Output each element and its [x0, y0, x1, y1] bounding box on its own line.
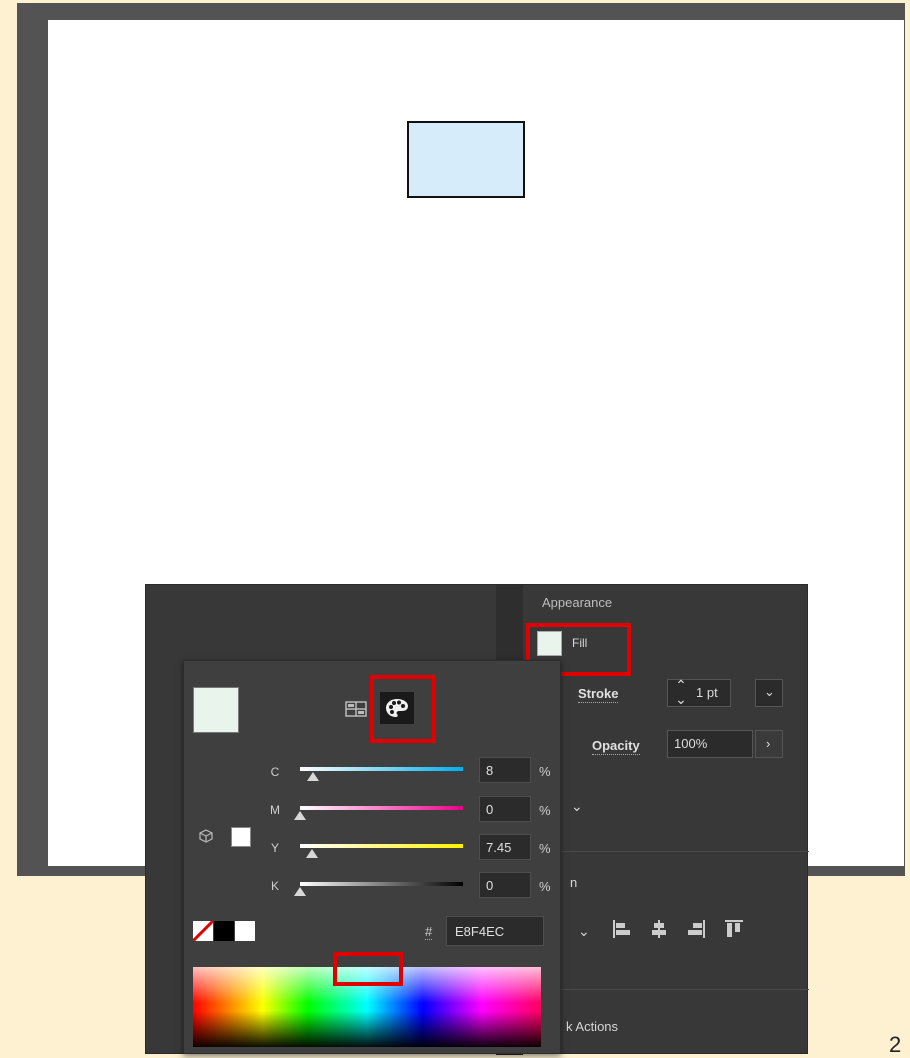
hex-input[interactable]: E8F4EC — [446, 916, 544, 946]
web-safe-swatch[interactable] — [231, 827, 251, 847]
opacity-value: 100% — [674, 736, 708, 751]
channel-k-field[interactable]: 0 — [479, 872, 531, 898]
opacity-label[interactable]: Opacity — [592, 738, 640, 755]
channel-y-field[interactable]: 7.45 — [479, 834, 531, 860]
align-left-icon[interactable] — [611, 918, 633, 940]
more-options-icon[interactable]: ⌄ — [571, 798, 583, 815]
section-divider-2 — [523, 989, 809, 990]
spectrum-highlight-box — [333, 952, 403, 986]
opacity-field[interactable]: 100% — [667, 730, 753, 758]
stroke-weight-value: 1 pt — [696, 685, 718, 700]
channel-y-slider[interactable] — [300, 844, 463, 848]
white-swatch[interactable] — [235, 921, 255, 941]
appearance-header: Appearance — [542, 595, 613, 610]
channel-c-unit: % — [539, 764, 551, 779]
channel-m-unit: % — [539, 803, 551, 818]
out-of-gamut-cube-icon[interactable] — [199, 829, 213, 843]
align-top-icon[interactable] — [723, 918, 745, 940]
quick-swatches — [193, 921, 255, 941]
channel-y-label: Y — [270, 841, 279, 855]
align-section-label: n — [570, 875, 578, 890]
channel-k-unit: % — [539, 879, 551, 894]
channel-c-thumb[interactable] — [307, 772, 320, 781]
swatches-grid-icon — [345, 701, 367, 717]
channel-k-slider[interactable] — [300, 882, 463, 886]
align-center-icon[interactable] — [648, 918, 670, 940]
section-divider — [523, 851, 809, 852]
quick-actions-label: k Actions — [566, 1019, 619, 1034]
channel-c-label: C — [270, 765, 280, 779]
stroke-dropdown-chevron-icon[interactable]: ⌄ — [755, 679, 783, 707]
rectangle-shape[interactable] — [407, 121, 525, 198]
channel-k-label: K — [270, 879, 279, 893]
channel-k-thumb[interactable] — [294, 887, 306, 896]
current-color-swatch — [193, 687, 239, 733]
channel-y-unit: % — [539, 841, 551, 856]
black-swatch[interactable] — [214, 921, 234, 941]
align-right-icon[interactable] — [685, 918, 707, 940]
stroke-stepper-icon[interactable]: ⌃ ⌄ — [671, 678, 691, 708]
channel-c-slider[interactable] — [300, 767, 463, 771]
channel-c-field[interactable]: 8 — [479, 757, 531, 783]
mixer-highlight-box — [370, 675, 436, 743]
stroke-label[interactable]: Stroke — [578, 686, 619, 703]
swatches-mode-button[interactable] — [339, 693, 373, 725]
channel-m-thumb[interactable] — [294, 811, 306, 820]
opacity-arrow-icon[interactable]: › — [755, 730, 783, 758]
page-number: 2 — [889, 1032, 902, 1057]
channel-y-thumb[interactable] — [306, 849, 319, 858]
channel-m-label: M — [270, 803, 280, 817]
channel-m-slider[interactable] — [300, 806, 463, 810]
align-dropdown-icon[interactable]: ⌄ — [578, 923, 590, 940]
hex-symbol: # — [425, 924, 433, 940]
channel-m-field[interactable]: 0 — [479, 796, 531, 822]
